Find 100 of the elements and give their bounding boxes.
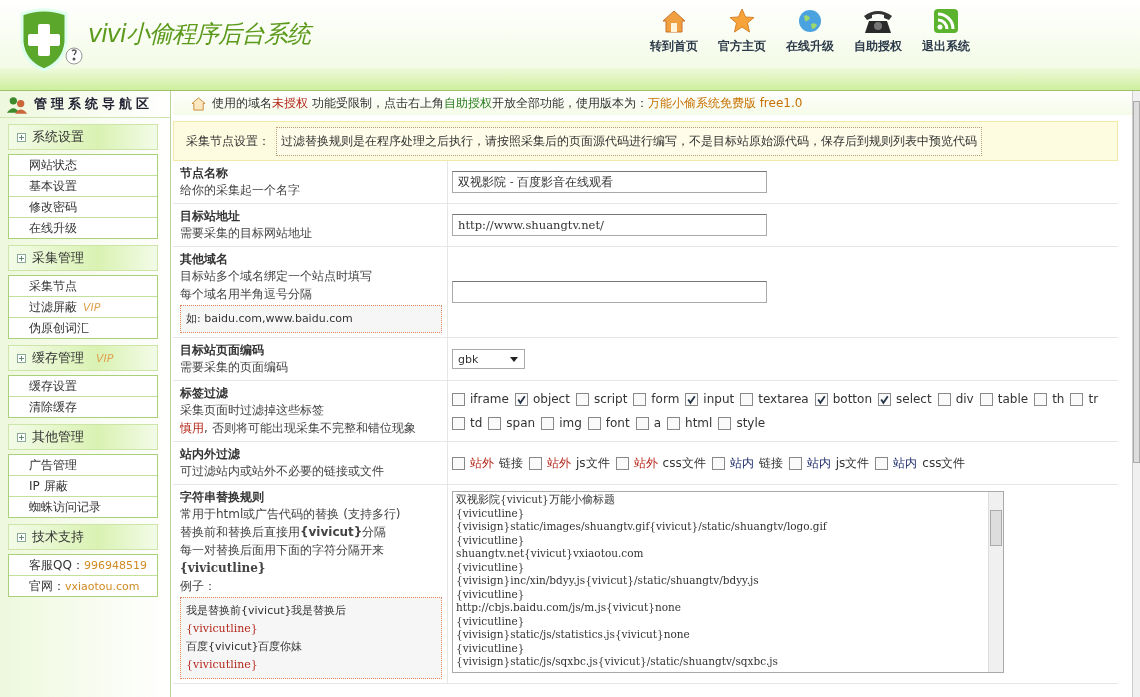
tag-checkbox[interactable]: iframe [452,392,509,406]
field-title: 站内外过滤 [180,446,241,462]
sidebar-item[interactable]: 在线升级 [9,218,157,238]
example-line: 我是替换前{vivicut}我是替换后 [186,603,348,619]
field-description: 每个域名用半角逗号分隔 [180,286,313,303]
tag-checkbox[interactable]: form [633,392,680,406]
filter-checkbox[interactable]: 站外 js文件 [529,454,610,472]
field-description: 需要采集的目标网站地址 [180,225,313,242]
tag-checkbox[interactable]: textarea [740,392,809,406]
field-description: 目标站多个域名绑定一个站点时填写 [180,268,373,285]
nav-link[interactable]: 官方主页 [718,8,766,55]
nav-link[interactable]: 在线升级 [786,8,834,55]
sidebar-item[interactable]: 客服QQ：996948519 [9,555,157,576]
nav-link[interactable]: 退出系统 [922,8,970,55]
item-label: 官网： [29,577,65,595]
tag-checkbox[interactable]: div [937,392,974,406]
field-description: 采集页面时过滤掉这些标签 [180,402,325,419]
item-value: 996948519 [83,558,147,572]
group-header[interactable]: 其他管理 [8,424,158,450]
field-description: 每一对替换后面用下面的字符分隔开来 [180,542,385,559]
tag-checkbox[interactable]: botton [814,392,872,406]
item-label: 基本设置 [29,177,77,195]
item-label: 广告管理 [29,456,77,474]
filter-checkbox[interactable]: 站外 css文件 [615,454,706,472]
sidebar-item[interactable]: 蜘蛛访问记录 [9,497,157,517]
item-label: 伪原创词汇 [29,319,89,337]
sidebar-item[interactable]: 采集节点 [9,276,157,297]
sidebar-item[interactable]: 修改密码 [9,197,157,218]
text-field[interactable]: 双视影院 - 百度影音在线观看 [452,171,767,193]
users-icon [6,94,28,114]
field-description: 例子： [180,578,217,595]
filter-checkbox[interactable]: 站外 链接 [452,454,523,472]
group-header[interactable]: 系统设置 [8,124,158,150]
example-line: 如: baidu.com,www.baidu.com [186,311,354,327]
sidebar-item[interactable]: 过滤屏蔽 VIP [9,297,157,318]
group-header[interactable]: 缓存管理 VIP [8,345,158,371]
expand-icon [17,353,26,363]
item-value: vxiaotou.com [65,579,140,593]
tag-checkbox[interactable]: object [514,392,570,406]
item-label: 网站状态 [29,156,77,174]
field-title: 目标站页面编码 [180,342,265,358]
tag-checkbox[interactable]: tr [1070,392,1099,406]
tag-checkbox[interactable]: input [685,392,735,406]
item-label: 修改密码 [29,198,77,216]
tag-checkbox[interactable]: script [575,392,628,406]
expand-icon [17,532,26,542]
item-label: 采集节点 [29,277,77,295]
sidebar-item[interactable]: 官网：vxiaotou.com [9,576,157,596]
field-title: 字符串替换规则 [180,489,265,505]
tag-checkbox[interactable]: span [488,416,536,430]
sidebar-item[interactable]: 清除缓存 [9,397,157,417]
expand-icon [17,432,26,442]
field-title: 节点名称 [180,165,229,181]
group-title: 缓存管理 [32,349,84,367]
example-line: {vivicutline} [186,657,259,673]
rss-icon [933,8,959,34]
nav-link[interactable]: 自助授权 [854,8,902,55]
tag-checkbox[interactable]: td [452,416,483,430]
sidebar-item[interactable]: 基本设置 [9,176,157,197]
rules-textarea[interactable]: 双视影院{vivicut}万能小偷标题 {vivicutline} {vivisign}static/images/shuangtv.gif{vivicut}/static/shuangtv/logo.gif {vivicutline} shuangtv.net{vivicut}vxiaotou.com {vivicutline} {vivisign}inc/xin/bdyy.js{vivicut}/static/shuangtv/bdyy.js {vivicutline} http://cbjs.baidu.com/js/m.js{vivicut}none {vivicutline} {vivisign}static/js/statistics.js{vivicut}none {vivicutline} {vivisign}static/js/sqxbc.js{vivicut}/static/shuangtv/sqxbc.js [452,491,1004,673]
filter-checkbox[interactable]: 站内 js文件 [788,454,870,472]
sidebar-item[interactable]: 伪原创词汇 [9,318,157,338]
vip-label: VIP [96,351,114,365]
field-title: 标签过滤 [180,385,229,401]
sidebar-item[interactable]: 网站状态 [9,155,157,176]
group-header[interactable]: 采集管理 [8,245,158,271]
tag-checkbox[interactable]: html [667,416,713,430]
field-description: 常用于html或广告代码的替换 (支持多行) [180,506,402,523]
filter-checkbox[interactable]: 站内 css文件 [875,454,966,472]
tag-checkbox[interactable]: font [587,416,630,430]
tag-checkbox[interactable]: th [1034,392,1065,406]
text-field[interactable] [452,281,767,303]
tag-checkbox[interactable]: a [635,416,662,430]
item-label: 在线升级 [29,219,77,237]
sidebar-item[interactable]: 广告管理 [9,455,157,476]
tag-checkbox[interactable]: img [541,416,582,430]
encoding-dropdown[interactable]: gbk [452,349,525,369]
filter-checkbox[interactable]: 站内 链接 [711,454,783,472]
item-label: 清除缓存 [29,398,77,416]
page-scrollbar[interactable] [1132,91,1140,697]
item-label: 客服QQ： [29,556,84,574]
star-icon [729,8,755,34]
scrollbar[interactable] [988,492,1003,672]
section-hint: 过滤替换规则是在程序处理之后执行，请按照采集后的页面源代码进行编写，不是目标站原始源代码，保存后到规则列表中预览代码 [276,126,982,156]
vip-label: VIP [83,300,101,314]
group-title: 其他管理 [32,428,84,446]
text-field[interactable]: http://www.shuangtv.net/ [452,214,767,236]
item-label: 蜘蛛访问记录 [29,498,101,516]
tag-checkbox[interactable]: table [979,392,1029,406]
caret-icon [510,356,518,362]
nav-link[interactable]: 转到首页 [650,8,698,55]
group-header[interactable]: 技术支持 [8,524,158,550]
sidebar-item[interactable]: IP 屏蔽 [9,476,157,497]
tag-checkbox[interactable]: style [718,416,766,430]
field-description: {vivicutline} [180,560,267,577]
tag-checkbox[interactable]: select [878,392,932,406]
field-title: 其他域名 [180,251,229,267]
sidebar-title: 管理系统导航区 [34,95,153,113]
sidebar-item[interactable]: 缓存设置 [9,376,157,397]
globe-icon [797,8,823,34]
